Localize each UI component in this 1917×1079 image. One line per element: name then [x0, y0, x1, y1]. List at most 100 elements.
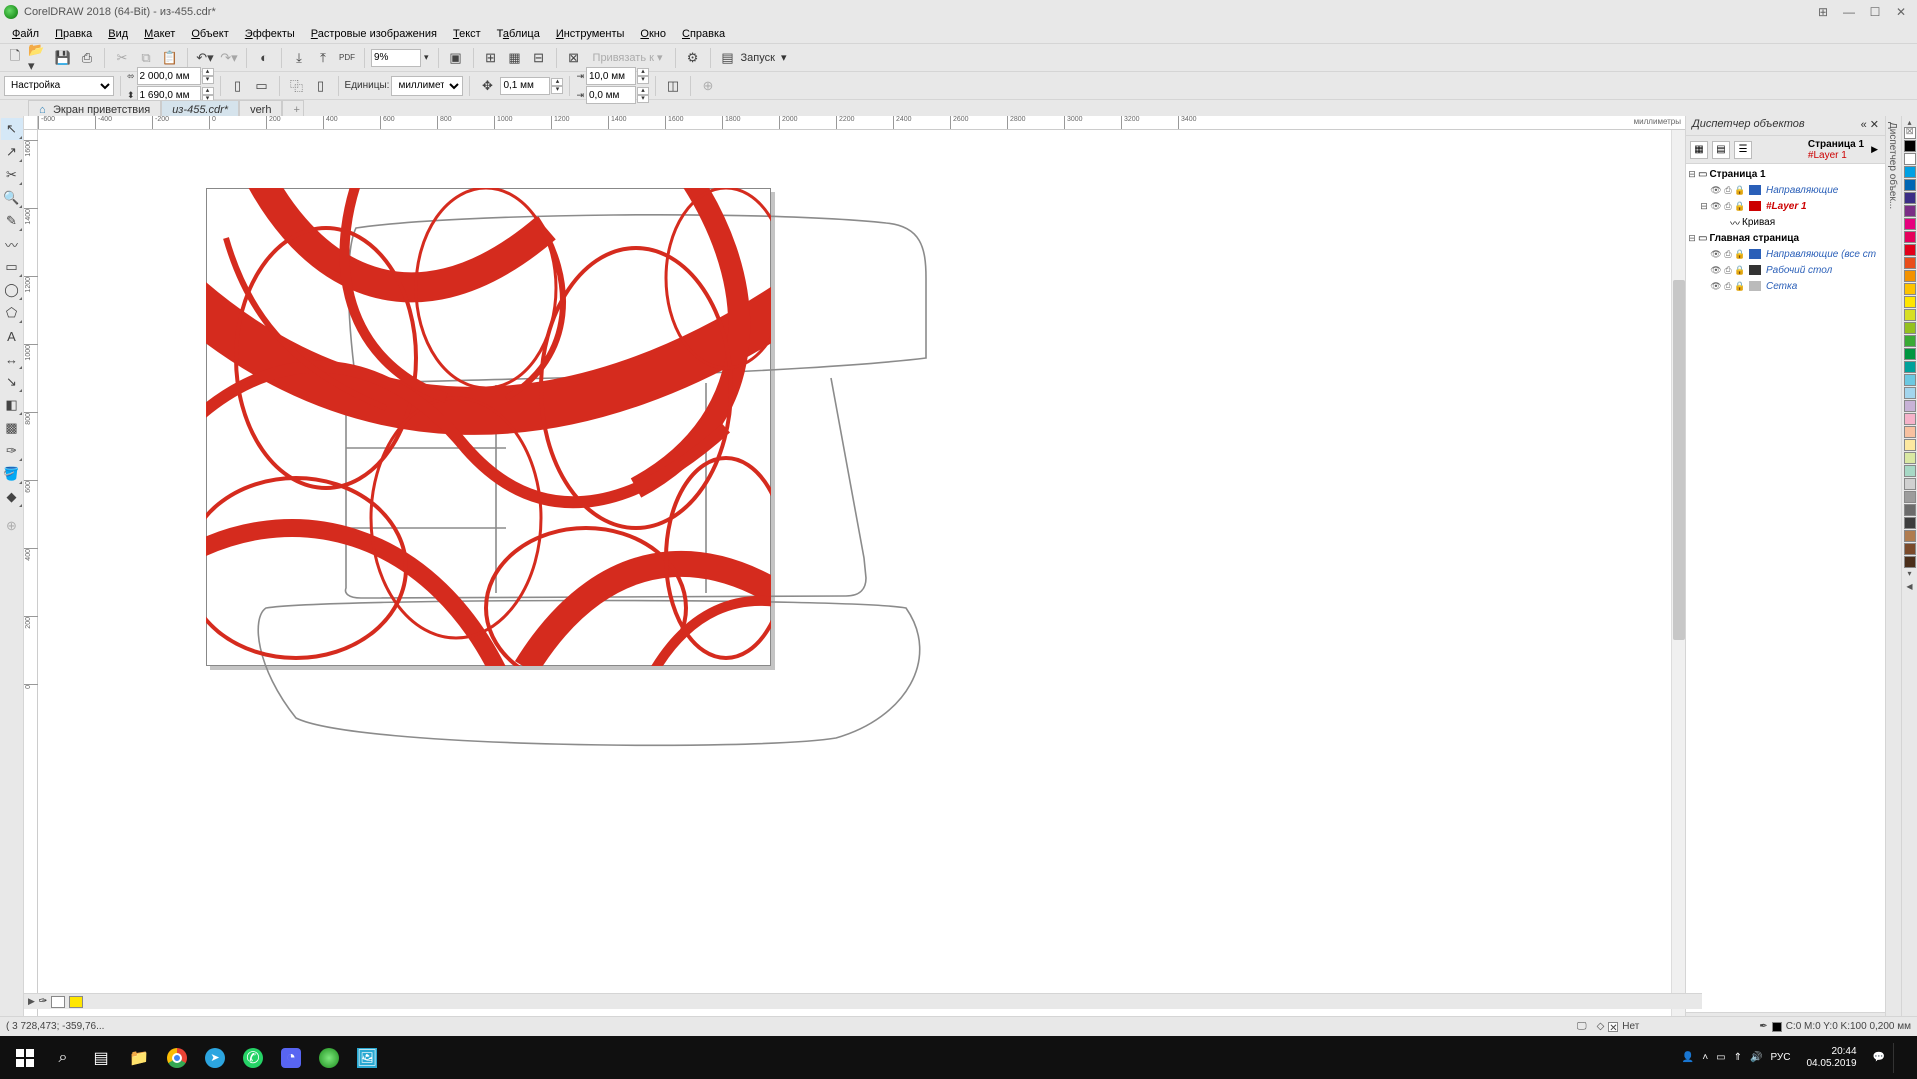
duplicate-y-input[interactable] — [586, 86, 636, 104]
drop-shadow-tool[interactable]: ◧ — [1, 394, 23, 416]
menu-window[interactable]: Окно — [632, 26, 674, 42]
fill-none-swatch[interactable]: ✕ — [1608, 1022, 1618, 1032]
open-button[interactable]: 📂▾ — [28, 47, 50, 69]
menu-file[interactable]: ФФайлайл — [4, 26, 47, 42]
options-button[interactable]: ⚙ — [682, 47, 704, 69]
paste-button[interactable]: 📋 — [159, 47, 181, 69]
ellipse-tool[interactable]: ◯ — [1, 279, 23, 301]
show-guides-button[interactable]: ⊟ — [528, 47, 550, 69]
freehand-tool[interactable]: ✎ — [1, 210, 23, 232]
menu-view[interactable]: Вид — [100, 26, 136, 42]
help-badge-icon[interactable]: ⊞ — [1815, 4, 1831, 20]
maximize-button[interactable]: ☐ — [1867, 4, 1883, 20]
add-preset-button[interactable]: ⊕ — [697, 75, 719, 97]
duplicate-x-input[interactable] — [586, 67, 636, 85]
document-palette[interactable]: ▶ ✑ — [24, 993, 1702, 1009]
tray-people-icon[interactable]: 👤 — [1682, 1052, 1694, 1063]
zoom-tool[interactable]: 🔍 — [1, 187, 23, 209]
artistic-media-tool[interactable]: 〰 — [1, 233, 23, 255]
color-palette[interactable]: ▴ ⊠ ▾ ◀ — [1901, 116, 1917, 1036]
interactive-fill-tool[interactable]: 🪣 — [1, 463, 23, 485]
swatch-white[interactable] — [51, 996, 65, 1008]
swatch-yellow[interactable] — [69, 996, 83, 1008]
current-page-button[interactable]: ▯ — [310, 75, 332, 97]
docker-title[interactable]: Диспетчер объектов « ✕ — [1686, 116, 1885, 136]
menu-edit[interactable]: Правка — [47, 26, 100, 42]
page-preset-dropdown[interactable]: Настройка — [4, 76, 114, 96]
photos-icon[interactable]: 🖼 — [348, 1039, 386, 1077]
vertical-scrollbar[interactable] — [1671, 130, 1685, 1022]
system-tray[interactable]: 👤 ˄ ▭ ⇑ 🔊 РУС 20:44 04.05.2019 💬 — [1682, 1043, 1911, 1073]
new-doc-button[interactable]: 🗋 — [4, 47, 26, 69]
eyedropper-palette-icon[interactable]: ✑ — [39, 996, 47, 1007]
layer-manager-view-button[interactable]: ☰ — [1734, 141, 1752, 159]
action-center-icon[interactable]: 💬 — [1873, 1052, 1885, 1063]
parallel-dim-tool[interactable]: ↔ — [1, 348, 23, 370]
fill-swatch-icon[interactable]: ◇ — [1597, 1021, 1605, 1032]
launch-icon[interactable]: ▤ — [717, 47, 739, 69]
print-button[interactable]: ⎙ — [76, 47, 98, 69]
menu-bitmaps[interactable]: Растровые изображения — [303, 26, 445, 42]
palette-left-icon[interactable]: ▶ — [28, 996, 35, 1007]
menu-effects[interactable]: Эффекты — [237, 26, 303, 42]
chrome-icon[interactable] — [158, 1039, 196, 1077]
undo-button[interactable]: ↶▾ — [194, 47, 216, 69]
pick-tool[interactable]: ↖ — [1, 118, 23, 140]
snap-to-dropdown[interactable]: Привязать к ▾ — [587, 51, 669, 64]
menu-help[interactable]: Справка — [674, 26, 733, 42]
vertical-ruler[interactable]: 16001400120010008006004002000 — [24, 130, 38, 1022]
color-proofing-icon[interactable]: 🖵 — [1577, 1021, 1597, 1032]
start-button[interactable] — [6, 1039, 44, 1077]
outline-tool[interactable]: ◆ — [1, 486, 23, 508]
discord-icon[interactable]: ◔ — [272, 1039, 310, 1077]
zoom-level-input[interactable]: ▾ — [371, 49, 432, 67]
tray-up-icon[interactable]: ˄ — [1702, 1052, 1708, 1063]
menu-layout[interactable]: Макет — [136, 26, 183, 42]
search-content-button[interactable]: ◐ — [253, 47, 275, 69]
units-dropdown[interactable]: миллимет... — [391, 76, 463, 96]
cut-button[interactable]: ✂ — [111, 47, 133, 69]
import-button[interactable]: ⤓ — [288, 47, 310, 69]
save-button[interactable]: 💾 — [52, 47, 74, 69]
menu-table[interactable]: Таблица — [489, 26, 548, 42]
drawing-viewport[interactable] — [38, 130, 1671, 1022]
show-grid-button[interactable]: ▦ — [504, 47, 526, 69]
horizontal-ruler[interactable]: миллиметры -600-400-20002004006008001000… — [24, 116, 1685, 130]
menu-text[interactable]: Текст — [445, 26, 489, 42]
show-obj-props-button[interactable]: ▦ — [1690, 141, 1708, 159]
add-tool-button[interactable]: ⊕ — [1, 515, 23, 537]
publish-pdf-button[interactable]: PDF — [336, 47, 358, 69]
docker-tab-vertical[interactable]: Диспетчер объек... — [1885, 116, 1901, 1036]
crop-tool[interactable]: ✂ — [1, 164, 23, 186]
taskbar-clock[interactable]: 20:44 04.05.2019 — [1798, 1046, 1864, 1070]
ruler-origin[interactable] — [24, 116, 38, 130]
fullscreen-preview-button[interactable]: ▣ — [445, 47, 467, 69]
connector-tool[interactable]: ↘ — [1, 371, 23, 393]
nudge-distance-input[interactable] — [500, 77, 550, 95]
show-rulers-button[interactable]: ⊞ — [480, 47, 502, 69]
eyedropper-tool[interactable]: ✑ — [1, 440, 23, 462]
orientation-portrait-button[interactable]: ▯ — [227, 75, 249, 97]
tray-sound-icon[interactable]: 🔊 — [1750, 1052, 1762, 1063]
edit-across-layers-button[interactable]: ▤ — [1712, 141, 1730, 159]
object-tree[interactable]: ⊟▭Страница 1 👁⎙🔒Направляющие ⊟👁⎙🔒#Layer … — [1686, 164, 1885, 1012]
file-explorer-icon[interactable]: 📁 — [120, 1039, 158, 1077]
outline-pen-icon[interactable]: ✒ — [1759, 1021, 1767, 1032]
whatsapp-icon[interactable]: ✆ — [234, 1039, 272, 1077]
tray-wifi-icon[interactable]: ⇑ — [1734, 1052, 1742, 1063]
launch-dropdown[interactable]: Запуск ▾ — [741, 51, 787, 64]
page-width-input[interactable] — [137, 67, 201, 85]
coreldraw-icon[interactable] — [310, 1039, 348, 1077]
outline-swatch[interactable] — [1772, 1022, 1782, 1032]
copy-button[interactable]: ⧉ — [135, 47, 157, 69]
treat-as-filled-button[interactable]: ◫ — [662, 75, 684, 97]
telegram-icon[interactable]: ➤ — [196, 1039, 234, 1077]
rectangle-tool[interactable]: ▭ — [1, 256, 23, 278]
transparency-tool[interactable]: ▩ — [1, 417, 23, 439]
tray-lang[interactable]: РУС — [1770, 1052, 1790, 1063]
close-button[interactable]: ✕ — [1893, 4, 1909, 20]
show-desktop-button[interactable] — [1893, 1043, 1911, 1073]
polygon-tool[interactable]: ⬠ — [1, 302, 23, 324]
menu-object[interactable]: Объект — [183, 26, 236, 42]
redo-button[interactable]: ↷▾ — [218, 47, 240, 69]
